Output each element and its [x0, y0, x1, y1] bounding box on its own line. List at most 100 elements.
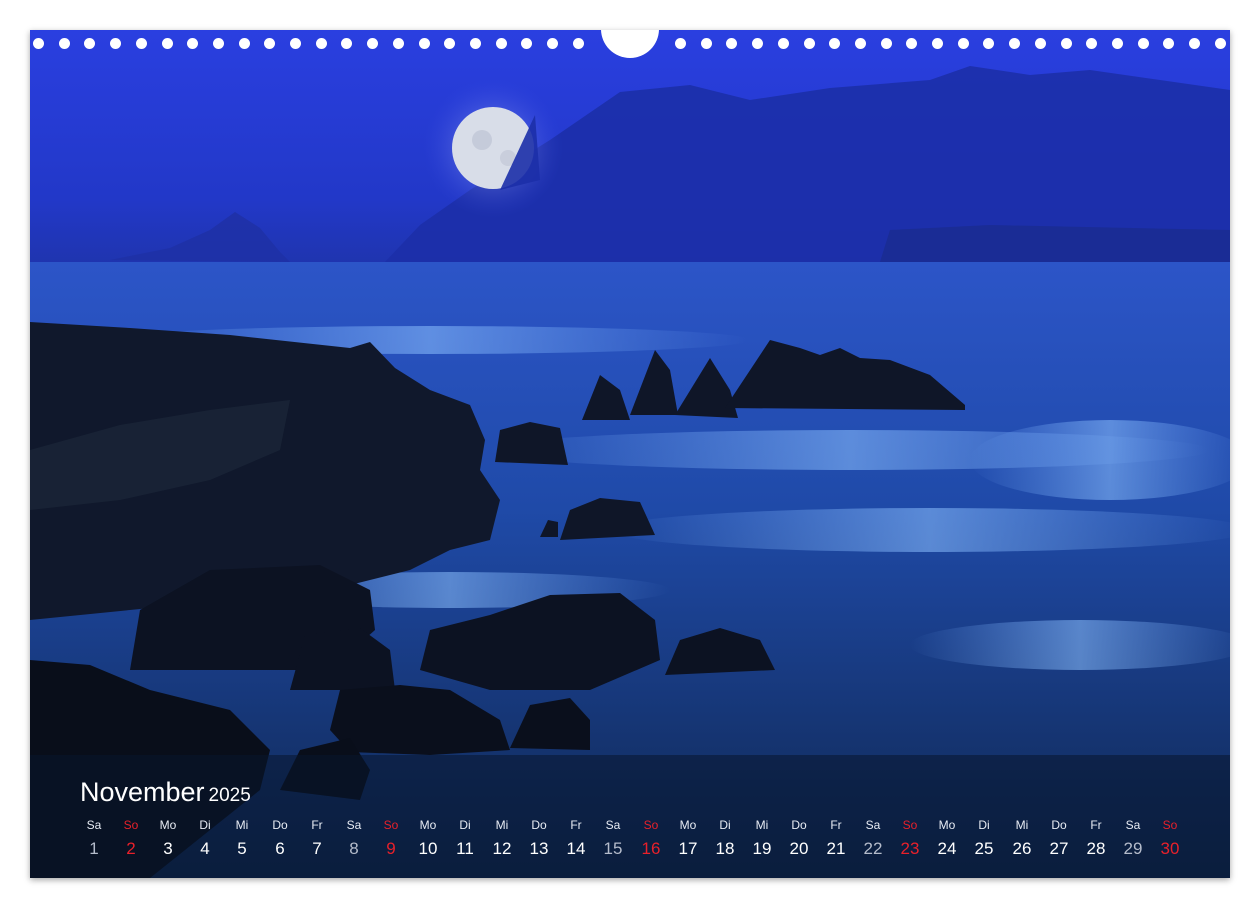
- weekday-label: Sa: [346, 818, 362, 832]
- binding-hole: [84, 38, 96, 49]
- coastal-night-photo: [30, 66, 1230, 878]
- weekday-label: So: [123, 818, 139, 832]
- day-number: 11: [456, 839, 474, 858]
- binding-hole: [521, 38, 533, 49]
- binding-hole: [803, 38, 815, 49]
- binding-hole: [212, 38, 224, 49]
- binding-hole: [367, 38, 379, 49]
- binding-hole: [880, 38, 892, 49]
- day-number: 24: [937, 839, 957, 858]
- binding-hole: [264, 38, 276, 49]
- island-left: [110, 212, 290, 262]
- day-number: 10: [418, 839, 438, 858]
- weekday-label: Sa: [605, 818, 621, 832]
- day-number: 21: [826, 839, 846, 858]
- binding-hole: [444, 38, 456, 49]
- weekday-label: Di: [978, 818, 990, 832]
- binding-hole: [829, 38, 841, 49]
- binding-hole: [932, 38, 943, 49]
- rock: [495, 422, 568, 465]
- binding-hole: [675, 38, 686, 49]
- binding-hole: [110, 38, 122, 49]
- binding-hole: [572, 38, 584, 49]
- month-name: November: [80, 777, 205, 807]
- weekday-label: Sa: [1125, 818, 1141, 832]
- binding-hole: [161, 38, 173, 49]
- headland-right: [880, 225, 1230, 262]
- binding-hole: [1214, 38, 1226, 49]
- day-number: 28: [1086, 839, 1106, 858]
- weekday-label: Do: [531, 818, 547, 832]
- day-number: 12: [492, 839, 512, 858]
- binding-hole: [495, 38, 507, 49]
- weekday-label: Fr: [570, 818, 582, 832]
- weekday-label: Mo: [938, 818, 956, 832]
- binding-hole: [135, 38, 147, 49]
- binding-hole: [33, 38, 44, 49]
- binding-hole: [315, 38, 327, 49]
- weekday-label: Di: [459, 818, 471, 832]
- binding-hole: [58, 38, 70, 49]
- binding-hole: [547, 38, 558, 49]
- day-number: 14: [566, 839, 586, 858]
- day-number: 29: [1123, 839, 1143, 858]
- weekday-label: Fr: [311, 818, 323, 832]
- binding-hole: [341, 38, 353, 49]
- day-number: 3: [163, 839, 173, 858]
- binding-hole: [1189, 38, 1200, 49]
- day-number: 13: [529, 839, 549, 858]
- binding-hole: [1060, 38, 1072, 49]
- weekday-label: Mi: [1015, 818, 1029, 832]
- day-number: 30: [1160, 839, 1180, 858]
- binding-hole: [957, 38, 969, 49]
- weekday-label: Mo: [159, 818, 177, 832]
- binding-hole: [1009, 38, 1021, 49]
- weekday-label: Do: [272, 818, 288, 832]
- weekday-label: Sa: [86, 818, 102, 832]
- weekday-label: Fr: [830, 818, 842, 832]
- weekday-label: Di: [719, 818, 731, 832]
- weekday-label: Mi: [495, 818, 509, 832]
- weekday-label: Do: [791, 818, 807, 832]
- year: 2025: [208, 785, 251, 806]
- day-number: 20: [789, 839, 809, 858]
- day-number: 15: [603, 839, 623, 858]
- binding-hole: [752, 38, 764, 49]
- binding-hole: [187, 38, 199, 49]
- day-number: 9: [386, 839, 396, 858]
- binding-hole: [777, 38, 789, 49]
- binding-hole: [418, 38, 430, 49]
- calendar-title: November 2025: [80, 777, 251, 808]
- binding-hole: [700, 38, 712, 49]
- calendar-page: November 2025 Sa 1 So 2 Mo 3 Di 4 Mi 5 Do 6 Fr 7 Sa 8 So 9…: [30, 30, 1230, 878]
- binding-hole: [906, 38, 918, 49]
- weekday-label: So: [643, 818, 659, 832]
- binding-hole: [1034, 38, 1046, 49]
- binding-hole: [854, 38, 866, 49]
- binding-hole: [1086, 38, 1098, 49]
- day-number: 4: [200, 839, 210, 858]
- binding-hole: [1163, 38, 1175, 49]
- weekday-label: Do: [1051, 818, 1067, 832]
- binding-hole: [983, 38, 995, 49]
- binding-hole: [1137, 38, 1149, 49]
- binding-hole: [392, 38, 404, 49]
- day-number: 7: [312, 839, 322, 858]
- weekday-label: Fr: [1090, 818, 1102, 832]
- weekday-label: Mo: [679, 818, 697, 832]
- day-number: 26: [1012, 839, 1032, 858]
- day-number: 8: [349, 839, 359, 858]
- day-number: 16: [641, 839, 661, 858]
- day-number: 5: [237, 839, 247, 858]
- binding-hole: [1111, 38, 1123, 49]
- day-number: 19: [752, 839, 772, 858]
- day-number: 18: [715, 839, 735, 858]
- weekday-label: Di: [199, 818, 211, 832]
- binding-hole: [726, 38, 738, 49]
- weekday-label: So: [1162, 818, 1178, 832]
- weekday-label: Sa: [865, 818, 881, 832]
- binding-hole: [290, 38, 301, 49]
- day-number: 25: [974, 839, 994, 858]
- weekday-label: Mi: [235, 818, 249, 832]
- day-number: 22: [863, 839, 883, 858]
